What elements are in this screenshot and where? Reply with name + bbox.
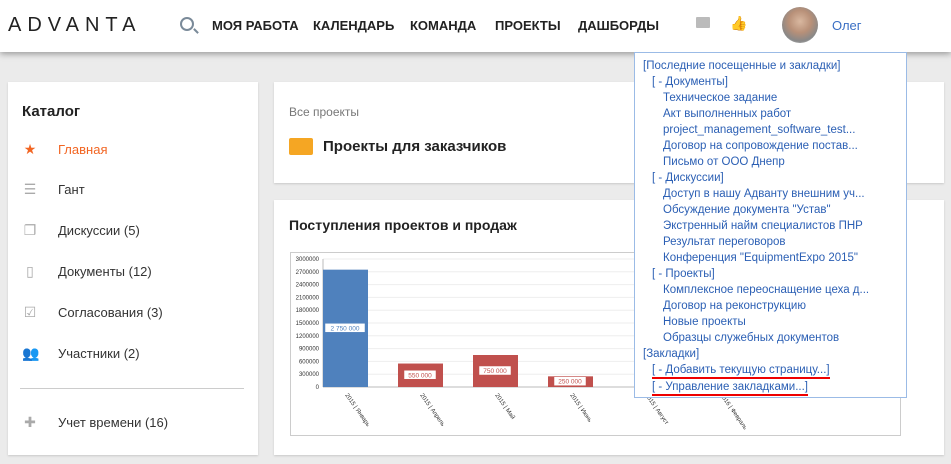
documents-group[interactable]: [ - Документы]: [643, 74, 906, 90]
sidebar-title: Каталог: [22, 103, 81, 120]
nav-my-work[interactable]: МОЯ РАБОТА: [212, 18, 299, 33]
catalog-sidebar: Каталог ★ Главная ☰ Гант ❐ Дискуссии (5) ▯ Д…: [8, 82, 258, 455]
sidebar-item-label: Гант: [58, 182, 85, 197]
manage-bookmarks-link[interactable]: [ - Управление закладками...]: [652, 381, 808, 396]
recent-discussion[interactable]: Обсуждение документа "Устав": [643, 202, 906, 218]
avatar[interactable]: [782, 7, 818, 43]
sidebar-item-home[interactable]: ★ Главная: [22, 141, 108, 158]
recent-project[interactable]: Новые проекты: [643, 314, 906, 330]
mail-icon[interactable]: [696, 17, 710, 28]
top-header: ADVANTA МОЯ РАБОТА КАЛЕНДАРЬ КОМАНДА ПРО…: [0, 0, 951, 52]
add-bookmark-link[interactable]: [ - Добавить текущую страницу...]: [652, 364, 830, 379]
recent-document[interactable]: Акт выполненных работ: [643, 106, 906, 122]
page-title[interactable]: Проекты для заказчиков: [323, 138, 506, 155]
approval-icon: ☑: [23, 304, 37, 320]
logo[interactable]: ADVANTA: [8, 14, 142, 37]
user-name[interactable]: Олег: [832, 18, 862, 33]
data-label: 250 000: [558, 379, 582, 386]
y-tick-label: 900000: [299, 347, 320, 353]
search-icon[interactable]: [180, 17, 194, 31]
divider: [20, 388, 244, 389]
sidebar-item-label: Согласования (3): [58, 305, 163, 320]
recent-project[interactable]: Договор на реконструкцию: [643, 298, 906, 314]
sidebar-item-label: Документы (12): [58, 264, 152, 279]
data-label: 750 000: [483, 368, 507, 375]
sidebar-item-time-tracking[interactable]: ✚ Учет времени (16): [22, 414, 168, 431]
y-tick-label: 300000: [299, 372, 320, 378]
nav-calendar[interactable]: КАЛЕНДАРЬ: [313, 18, 394, 33]
data-label: 2 750 000: [331, 325, 360, 332]
recent-discussion[interactable]: Экстренный найм специалистов ПНР: [643, 218, 906, 234]
y-tick-label: 600000: [299, 359, 320, 365]
sidebar-item-label: Участники (2): [58, 346, 140, 361]
sidebar-item-label: Учет времени (16): [58, 415, 169, 430]
recent-document[interactable]: project_management_software_test...: [643, 122, 906, 138]
recent-document[interactable]: Договор на сопровождение постав...: [643, 138, 906, 154]
document-icon: ▯: [26, 263, 34, 279]
recent-project[interactable]: Комплексное переоснащение цеха д...: [643, 282, 906, 298]
y-tick-label: 2700000: [296, 270, 320, 276]
bookmarks-popup: [Последние посещенные и закладки] [ - До…: [634, 52, 907, 398]
y-tick-label: 1500000: [296, 321, 320, 327]
chart-title: Поступления проектов и продаж: [289, 217, 517, 233]
y-tick-label: 2400000: [296, 283, 320, 289]
recent-document[interactable]: Техническое задание: [643, 90, 906, 106]
sidebar-item-members[interactable]: 👥 Участники (2): [22, 345, 140, 362]
sidebar-item-label: Главная: [58, 142, 108, 157]
recent-project[interactable]: Образцы служебных документов: [643, 330, 906, 346]
projects-group[interactable]: [ - Проекты]: [643, 266, 906, 282]
nav-team[interactable]: КОМАНДА: [410, 18, 476, 33]
recent-document[interactable]: Письмо от ООО Днепр: [643, 154, 906, 170]
sidebar-item-gantt[interactable]: ☰ Гант: [22, 181, 85, 198]
thumbs-up-icon[interactable]: 👍: [730, 15, 747, 32]
sidebar-item-documents[interactable]: ▯ Документы (12): [22, 263, 152, 280]
y-tick-label: 1200000: [296, 334, 320, 340]
recent-discussion[interactable]: Конференция "EquipmentExpo 2015": [643, 250, 906, 266]
nav-dashboards[interactable]: ДАШБОРДЫ: [578, 18, 659, 33]
bookmarks-header[interactable]: [Закладки]: [643, 346, 906, 362]
gantt-icon: ☰: [23, 181, 37, 197]
sidebar-item-approvals[interactable]: ☑ Согласования (3): [22, 304, 163, 321]
recent-discussion[interactable]: Доступ в нашу Адванту внешним уч...: [643, 186, 906, 202]
discussion-icon: ❐: [23, 222, 37, 238]
recent-discussion[interactable]: Результат переговоров: [643, 234, 906, 250]
nav-projects[interactable]: ПРОЕКТЫ: [495, 18, 561, 33]
sidebar-item-discussions[interactable]: ❐ Дискуссии (5): [22, 222, 140, 239]
discussions-group[interactable]: [ - Дискуссии]: [643, 170, 906, 186]
y-tick-label: 3000000: [296, 257, 320, 263]
data-label: 550 000: [408, 372, 432, 379]
y-tick-label: 1800000: [296, 308, 320, 314]
people-icon: 👥: [22, 345, 40, 361]
folder-icon: [289, 138, 313, 155]
y-tick-label: 2100000: [296, 295, 320, 301]
star-icon: ★: [23, 141, 37, 157]
plus-icon: ✚: [24, 414, 36, 430]
breadcrumb[interactable]: Все проекты: [289, 105, 359, 119]
recent-header[interactable]: [Последние посещенные и закладки]: [643, 58, 906, 74]
sidebar-item-label: Дискуссии (5): [58, 223, 140, 238]
